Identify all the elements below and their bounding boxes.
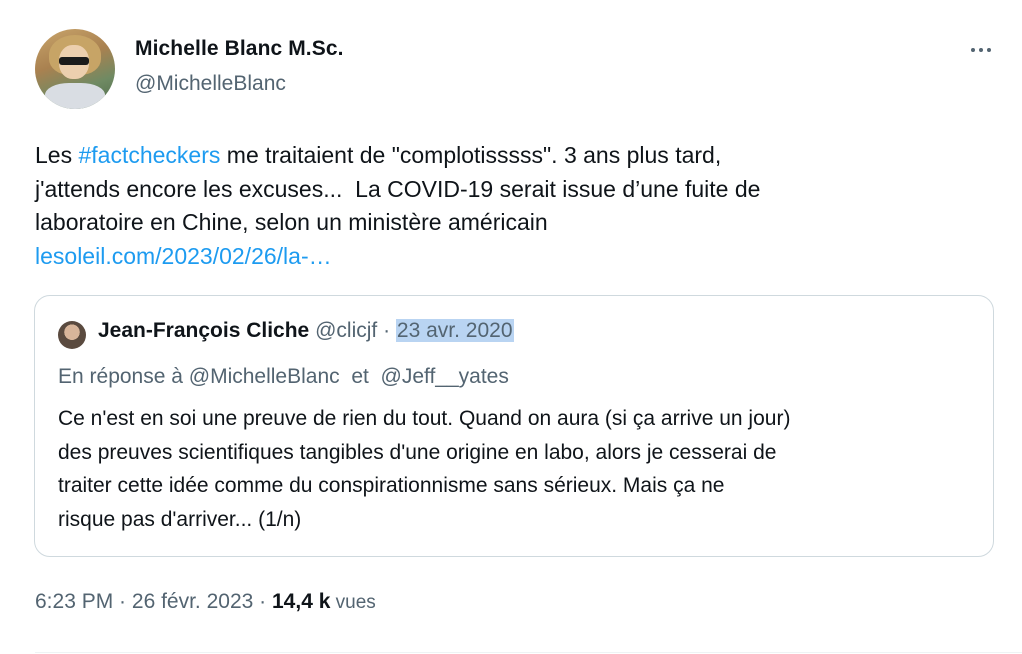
quoted-tweet-date: 23 avr. 2020 xyxy=(395,319,514,342)
divider xyxy=(35,652,1022,653)
views-label: vues xyxy=(330,592,376,613)
quoted-line-2: des preuves scientifiques tangibles d'un… xyxy=(58,440,777,464)
separator-dot: · xyxy=(377,319,396,342)
reply-prefix: En réponse à xyxy=(58,365,189,388)
avatar-sunglasses xyxy=(59,57,89,65)
tweet-text-segment: me traitaient de "complotisssss". 3 ans … xyxy=(220,142,722,168)
hashtag-link[interactable]: #factcheckers xyxy=(78,142,220,168)
tweet-line-2: j'attends encore les excuses... La COVID… xyxy=(35,175,761,202)
reply-and: et xyxy=(339,365,381,388)
quoted-line-3: traiter cette idée comme du conspiration… xyxy=(58,474,725,497)
reply-user-1: @MichelleBlanc xyxy=(188,365,340,388)
article-link[interactable]: lesoleil.com/2023/02/26/la-… xyxy=(35,240,935,274)
quoted-tweet-text: Ce n'est en soi une preuve de rien du to… xyxy=(58,402,988,536)
more-dot xyxy=(987,48,991,52)
reply-user-2: @Jeff__yates xyxy=(380,365,509,388)
reply-context: En réponse à @MichelleBlanc et @Jeff__ya… xyxy=(58,365,509,389)
author-name[interactable]: Michelle Blanc M.Sc. xyxy=(135,37,344,61)
quoted-author-handle: @clicjf xyxy=(315,319,378,342)
more-options-icon[interactable] xyxy=(964,40,998,60)
author-handle[interactable]: @MichelleBlanc xyxy=(135,72,286,96)
tweet-date[interactable]: 26 févr. 2023 xyxy=(132,590,253,613)
views-count: 14,4 k xyxy=(272,590,331,613)
author-avatar[interactable] xyxy=(35,29,115,109)
tweet-line-3: laboratoire en Chine, selon un ministère… xyxy=(35,209,548,235)
more-dot xyxy=(971,48,975,52)
tweet-time[interactable]: 6:23 PM xyxy=(35,590,113,613)
quoted-author-name: Jean-François Cliche xyxy=(98,319,310,342)
quoted-line-1: Ce n'est en soi une preuve de rien du to… xyxy=(58,407,791,430)
tweet-text: Les #factcheckers me traitaient de "comp… xyxy=(35,139,935,273)
separator-dot: · xyxy=(253,590,272,613)
separator-dot: · xyxy=(113,590,132,613)
quoted-tweet-header: Jean-François Cliche @clicjf · 23 avr. 2… xyxy=(98,319,514,343)
avatar-shirt xyxy=(45,83,105,109)
quoted-author-avatar xyxy=(58,321,86,349)
quoted-line-4: risque pas d'arriver... (1/n) xyxy=(58,507,302,531)
tweet-text-segment: Les xyxy=(35,142,79,168)
tweet-metadata: 6:23 PM · 26 févr. 2023 · 14,4 k vues xyxy=(35,590,376,614)
tweet-line-1: Les #factcheckers me traitaient de "comp… xyxy=(35,139,935,173)
more-dot xyxy=(979,48,983,52)
quoted-tweet-card[interactable]: Jean-François Cliche @clicjf · 23 avr. 2… xyxy=(34,295,994,557)
